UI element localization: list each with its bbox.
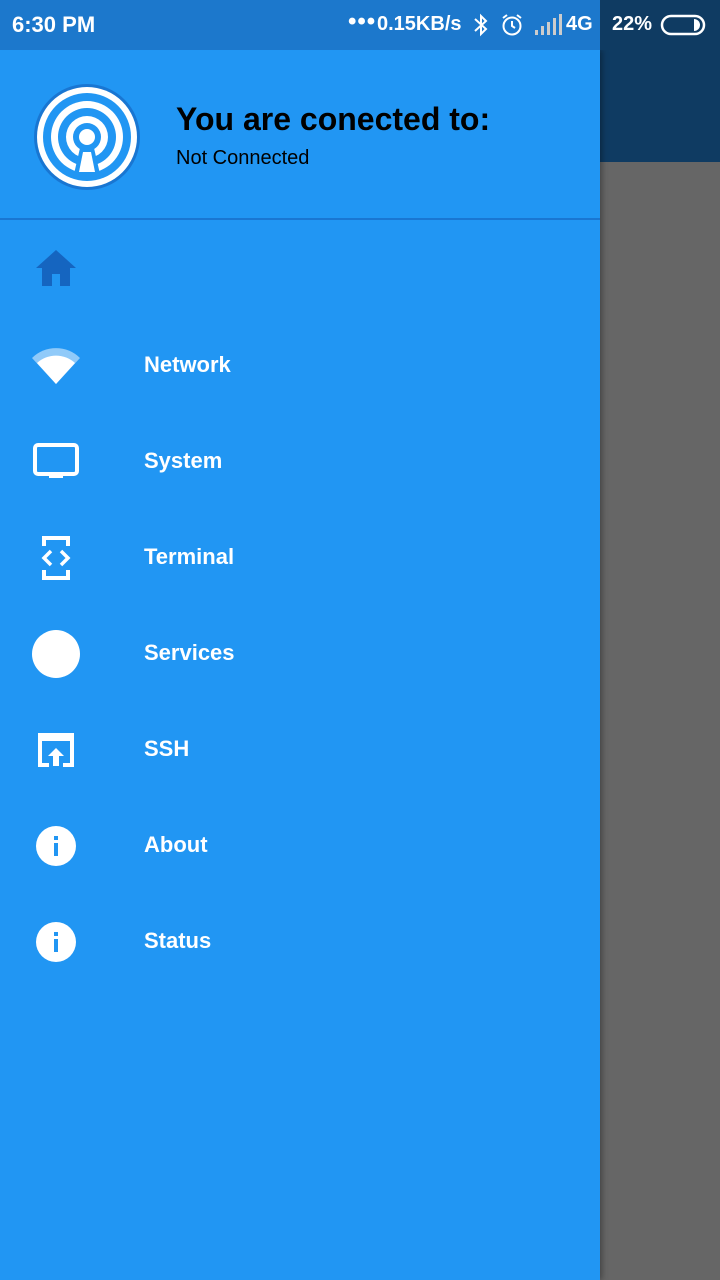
alarm-icon [502,14,522,36]
connection-status: Not Connected [176,147,310,169]
nav-item-terminal[interactable]: Terminal [0,510,600,606]
nav-label-services: Services [144,640,235,665]
nav-label-status: Status [144,928,212,953]
nav-item-status[interactable]: Status [0,894,600,990]
connection-title: You are conected to: [176,101,491,137]
nav-label-system: System [144,448,223,473]
nav-label-ssh: SSH [144,736,190,761]
wifi-icon [32,348,80,384]
network-type: 4G [566,13,593,35]
network-speed: 0.15KB/s [377,13,462,35]
broadcast-logo-icon [34,84,140,190]
drawer-header: You are conected to: Not Connected [0,50,600,220]
info-icon [36,922,76,962]
signal-icon [535,14,562,35]
upload-box-icon [38,733,74,767]
drawer-scrim[interactable] [600,162,720,1280]
nav-label-network: Network [144,352,231,377]
nav-label-about: About [144,832,208,857]
home-icon[interactable] [34,248,78,288]
nav-item-ssh[interactable]: SSH [0,702,600,798]
circle-icon [32,630,80,678]
code-icon [41,536,71,580]
nav-item-services[interactable]: Services [0,606,600,702]
nav-item-network[interactable]: Network [0,318,600,414]
status-time: 6:30 PM [12,12,96,37]
navigation-drawer: You are conected to: Not Connected Netwo… [0,50,600,1280]
nav-label-terminal: Terminal [144,544,235,569]
monitor-icon [33,443,79,478]
nav-item-about[interactable]: About [0,798,600,894]
status-bar: 6:30 PM ••• 0.15KB/s 4G 22% [0,0,720,50]
nav-item-system[interactable]: System [0,414,600,510]
app-toolbar [600,50,720,162]
battery-percent: 22% [612,13,653,35]
bluetooth-icon [474,13,488,37]
battery-icon [660,14,706,36]
notification-dots: ••• [348,8,377,35]
info-icon [36,826,76,866]
